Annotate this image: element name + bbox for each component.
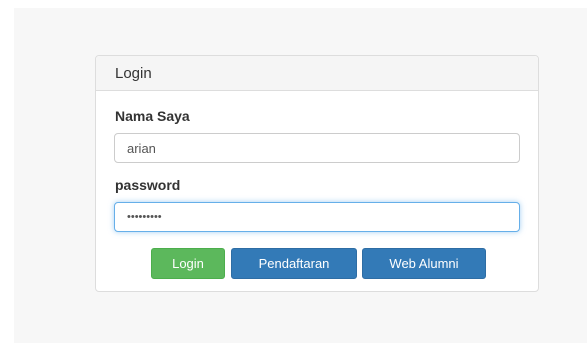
login-panel: Login Nama Saya password Login Pendaftar… [95,55,539,292]
login-button[interactable]: Login [151,248,225,279]
register-button[interactable]: Pendaftaran [231,248,357,279]
name-label: Nama Saya [115,108,190,124]
web-alumni-button[interactable]: Web Alumni [362,248,486,279]
name-input[interactable] [114,133,520,163]
password-input[interactable] [114,202,520,232]
password-label: password [115,177,181,193]
login-form: Nama Saya password Login Pendaftaran Web… [96,91,538,291]
panel-title: Login [96,56,538,91]
